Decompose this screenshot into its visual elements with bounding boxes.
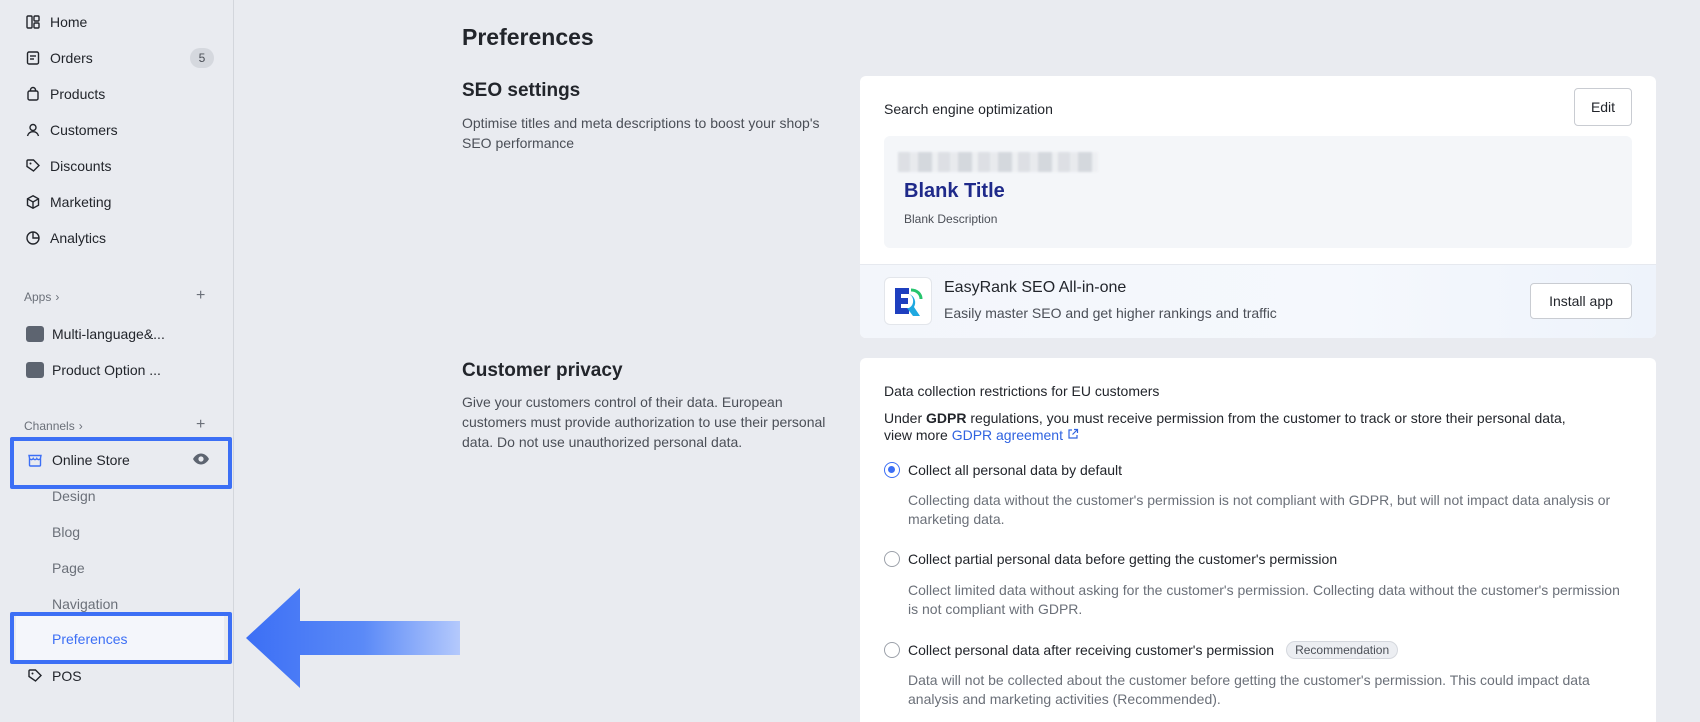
app-promo: EasyRank SEO All-in-one Easily master SE…: [860, 264, 1656, 338]
online-store-highlight: [10, 437, 232, 489]
seo-card-label: Search engine optimization: [884, 101, 1053, 117]
orders-icon: [24, 49, 42, 67]
radio-collect-all-desc: Collecting data without the customer's p…: [908, 492, 1611, 527]
pos-tag-icon: [26, 667, 44, 685]
promo-desc: Easily master SEO and get higher ranking…: [944, 305, 1277, 321]
person-icon: [24, 121, 42, 139]
seo-section-desc: Optimise titles and meta descriptions to…: [462, 115, 820, 151]
orders-count-badge: 5: [190, 48, 214, 68]
easyrank-logo: [884, 277, 932, 325]
sidebar-item-label: Marketing: [50, 194, 112, 210]
gdpr-view-more: view more GDPR agreement: [884, 427, 1634, 444]
radio-checked[interactable]: [884, 462, 900, 478]
radio-collect-after-permission[interactable]: Collect personal data after receiving cu…: [884, 641, 1399, 659]
app-icon: [26, 326, 44, 342]
privacy-card: Data collection restrictions for EU cust…: [860, 358, 1656, 722]
gdpr-agreement-link[interactable]: GDPR agreement: [952, 427, 1063, 443]
sidebar-item-label: Products: [50, 86, 106, 102]
edit-button[interactable]: Edit: [1574, 88, 1632, 126]
sidebar-item-label: Analytics: [50, 230, 107, 246]
sidebar-item-marketing[interactable]: Marketing: [24, 190, 111, 214]
pointer-arrow: [246, 588, 460, 688]
tag-icon: [24, 157, 42, 175]
radio-collect-partial[interactable]: Collect partial personal data before get…: [884, 551, 1337, 567]
sidebar-item-label: Customers: [50, 122, 118, 138]
gdpr-text: Under GDPR regulations, you must receive…: [884, 410, 1566, 426]
sidebar-item-label: Discounts: [50, 158, 112, 174]
sidebar-item-orders[interactable]: Orders: [24, 46, 93, 70]
radio-collect-partial-desc: Collect limited data without asking for …: [908, 582, 1620, 617]
radio-collect-all[interactable]: Collect all personal data by default: [884, 462, 1122, 478]
radio-unchecked[interactable]: [884, 642, 900, 658]
preferences-highlight: [10, 612, 232, 664]
sidebar-item-products[interactable]: Products: [24, 82, 105, 106]
sidebar-subitem-page[interactable]: Page: [52, 560, 85, 576]
recommendation-badge: Recommendation: [1286, 641, 1399, 659]
blurred-url: [898, 152, 1098, 172]
privacy-section-title: Customer privacy: [462, 360, 623, 381]
sidebar-item-label: Home: [50, 14, 88, 30]
sidebar-item-analytics[interactable]: Analytics: [24, 226, 106, 250]
preview-title: Blank Title: [904, 180, 1005, 202]
add-channel-icon[interactable]: +: [196, 416, 205, 434]
search-preview: Blank Title Blank Description: [884, 136, 1632, 248]
sidebar-item-label: Orders: [50, 50, 93, 66]
sidebar-item-home[interactable]: Home: [24, 10, 87, 34]
install-app-button[interactable]: Install app: [1530, 283, 1632, 319]
sidebar-item-discounts[interactable]: Discounts: [24, 154, 111, 178]
chevron-right-icon: ›: [55, 290, 60, 304]
page-title: Preferences: [462, 24, 594, 50]
sidebar-subitem-design[interactable]: Design: [52, 488, 96, 504]
sidebar-app-multi-language[interactable]: Multi-language&...: [26, 322, 165, 346]
sidebar-subitem-navigation[interactable]: Navigation: [52, 596, 118, 612]
external-link-icon: [1067, 427, 1079, 443]
home-icon: [24, 13, 42, 31]
add-app-icon[interactable]: +: [196, 287, 205, 305]
apps-section-label[interactable]: Apps ›: [24, 290, 59, 304]
sidebar-item-customers[interactable]: Customers: [24, 118, 118, 142]
radio-unchecked[interactable]: [884, 551, 900, 567]
radio-collect-after-permission-desc: Data will not be collected about the cus…: [908, 672, 1590, 707]
privacy-section-desc: Give your customers control of their dat…: [462, 394, 826, 450]
promo-title: EasyRank SEO All-in-one: [944, 279, 1127, 296]
sidebar-subitem-blog[interactable]: Blog: [52, 524, 80, 540]
preview-description: Blank Description: [904, 212, 998, 226]
seo-card: Search engine optimization Edit Blank Ti…: [860, 76, 1656, 338]
channels-section-label[interactable]: Channels ›: [24, 419, 83, 433]
sidebar-item-pos[interactable]: POS: [26, 664, 82, 688]
seo-section-title: SEO settings: [462, 80, 581, 101]
privacy-card-label: Data collection restrictions for EU cust…: [884, 383, 1160, 399]
bag-icon: [24, 85, 42, 103]
chart-icon: [24, 229, 42, 247]
cube-icon: [24, 193, 42, 211]
sidebar-app-product-option[interactable]: Product Option ...: [26, 358, 161, 382]
chevron-right-icon: ›: [78, 419, 83, 433]
app-icon: [26, 362, 44, 378]
